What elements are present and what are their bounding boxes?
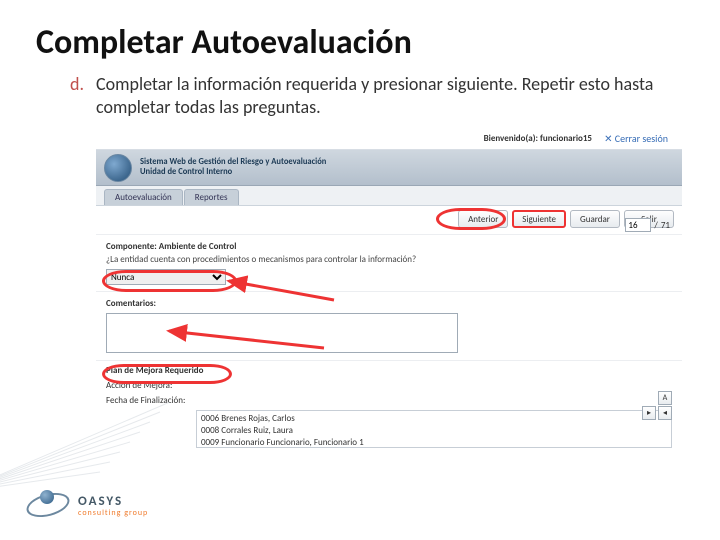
save-button[interactable]: Guardar [570, 210, 620, 228]
close-icon: ✕ [604, 132, 612, 145]
brand-logo-icon [104, 154, 132, 182]
page-sep: / [654, 220, 657, 231]
list-item[interactable]: 0006 Brenes Rojas, Carlos [201, 413, 667, 425]
question-text: ¿La entidad cuenta con procedimientos o … [96, 254, 682, 269]
list-item[interactable]: 0008 Corrales Ruiz, Laura [201, 425, 667, 437]
component-label: Componente: Ambiente de Control [96, 234, 682, 254]
logout-label: Cerrar sesión [615, 132, 668, 145]
comments-label: Comentarios: [96, 291, 682, 311]
page-total: 71 [661, 220, 670, 231]
prev-button[interactable]: Anterior [458, 210, 508, 228]
app-banner: Sistema Web de Gestión del Riesgo y Auto… [96, 150, 682, 186]
welcome-text: Bienvenido(a): funcionario15 [484, 133, 592, 144]
page-indicator: / 71 [625, 218, 670, 232]
tab-autoevaluacion[interactable]: Autoevaluación [104, 189, 183, 205]
bullet-item: d. Completar la información requerida y … [0, 73, 720, 128]
banner-line2: Unidad de Control Interno [140, 168, 326, 178]
list-item[interactable]: 0009 Funcionario Funcionario, Funcionari… [201, 437, 667, 448]
action-label: Acción de Mejora: [106, 380, 172, 391]
answer-select[interactable]: Nunca [106, 269, 226, 285]
footer-logo: OASYS consulting group [26, 484, 148, 528]
bullet-letter: d. [70, 73, 84, 118]
oasys-logo-icon [26, 484, 70, 528]
app-screenshot: Bienvenido(a): funcionario15 ✕ Cerrar se… [96, 130, 682, 450]
tab-row: Autoevaluación Reportes [96, 186, 682, 206]
slide-title: Completar Autoevaluación [0, 0, 720, 73]
nav-buttons: Anterior Siguiente Guardar Salir [96, 206, 682, 234]
footer-sub: consulting group [78, 508, 148, 518]
comments-textarea[interactable] [106, 313, 458, 353]
bullet-text: Completar la información requerida y pre… [96, 73, 674, 118]
app-topbar: Bienvenido(a): funcionario15 ✕ Cerrar se… [96, 130, 682, 150]
page-current-input[interactable] [625, 218, 651, 232]
next-button[interactable]: Siguiente [512, 210, 566, 228]
plan-header: Plan de Mejora Requerido [96, 360, 682, 378]
deadline-label: Fecha de Finalización: [106, 395, 185, 406]
tab-reportes[interactable]: Reportes [184, 189, 239, 205]
add-responsible-button[interactable]: ▸ [642, 406, 656, 420]
app-content: Anterior Siguiente Guardar Salir / 71 Co… [96, 206, 682, 448]
logout-link[interactable]: ✕ Cerrar sesión [604, 132, 668, 145]
remove-responsible-button[interactable]: ◂ [658, 406, 672, 420]
responsible-list[interactable]: 0006 Brenes Rojas, Carlos 0008 Corrales … [196, 410, 672, 448]
footer-brand: OASYS [78, 495, 148, 508]
